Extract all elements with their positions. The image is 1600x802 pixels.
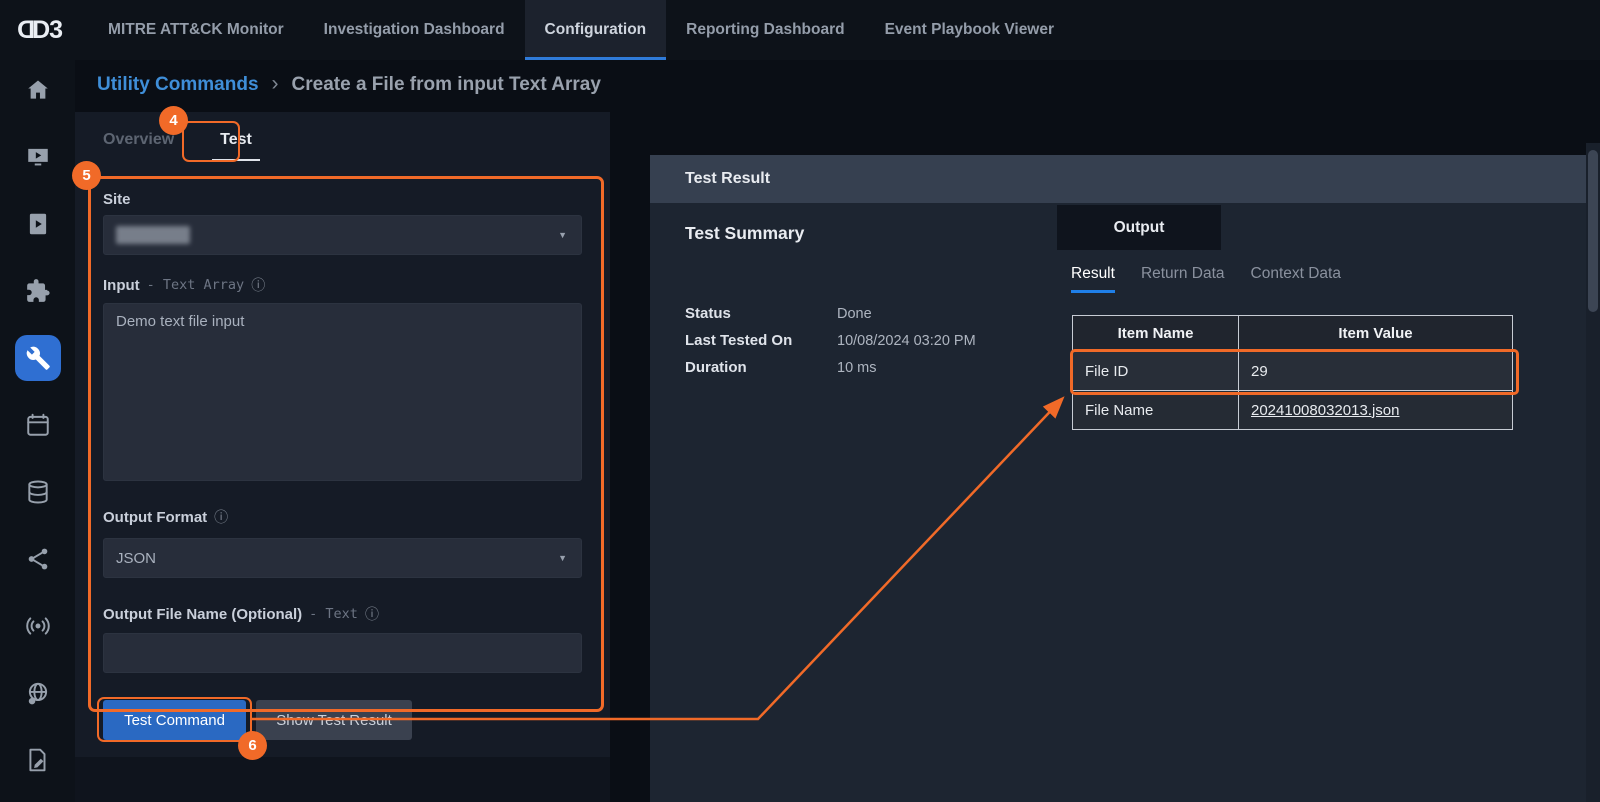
duration-label: Duration: [685, 359, 837, 376]
output-file-name-label: Output File Name (Optional) - Text ⓘ: [103, 605, 582, 623]
sidebar-item-broadcast[interactable]: [15, 603, 61, 649]
tab-output[interactable]: Output: [1057, 205, 1221, 250]
output-file-name-input[interactable]: [103, 633, 582, 673]
test-result-panel: Test Result Test Summary Status Done Las…: [650, 155, 1600, 802]
test-result-header: Test Result: [650, 155, 1600, 203]
globe-user-icon: [25, 680, 51, 706]
test-result-title: Test Result: [685, 170, 770, 188]
tab-test[interactable]: Test: [212, 125, 260, 161]
d3-logo[interactable]: DD3: [18, 16, 62, 45]
last-tested-on-value: 10/08/2024 03:20 PM: [837, 333, 976, 349]
nav-reporting-dashboard[interactable]: Reporting Dashboard: [666, 0, 864, 60]
output-format-value: JSON: [116, 550, 156, 567]
test-summary-title: Test Summary: [685, 223, 804, 244]
file-name-name-cell: File Name: [1073, 391, 1239, 430]
test-summary-rows: Status Done Last Tested On 10/08/2024 03…: [685, 305, 976, 376]
icon-sidebar: [0, 60, 75, 802]
output-format-label: Output Format ⓘ: [103, 508, 582, 526]
sidebar-item-calendar[interactable]: [15, 402, 61, 448]
subtab-return-data[interactable]: Return Data: [1141, 265, 1225, 293]
share-nodes-icon: [25, 546, 51, 572]
form-actions: Test Command Show Test Result: [103, 700, 582, 740]
puzzle-icon: [25, 278, 51, 304]
app-window: DD3 MITRE ATT&CK Monitor Investigation D…: [0, 0, 1600, 802]
output-file-name-type-hint: - Text: [309, 606, 358, 622]
col-item-name: Item Name: [1073, 316, 1239, 352]
table-row-file-id: File ID 29: [1073, 352, 1513, 391]
nav-event-playbook-viewer[interactable]: Event Playbook Viewer: [865, 0, 1074, 60]
breadcrumb: Utility Commands › Create a File from in…: [75, 60, 601, 110]
test-form: Site ▼ Input - Text Array ⓘ Demo text fi…: [103, 190, 582, 740]
top-nav-items: MITRE ATT&CK Monitor Investigation Dashb…: [88, 0, 1074, 60]
result-table: Item Name Item Value File ID 29 File Nam…: [1072, 315, 1513, 430]
info-icon[interactable]: ⓘ: [365, 604, 379, 624]
result-table-header-row: Item Name Item Value: [1073, 316, 1513, 352]
site-label: Site: [103, 190, 582, 208]
output-sub-tabs: Result Return Data Context Data: [1071, 265, 1341, 293]
last-tested-on-label: Last Tested On: [685, 332, 837, 349]
sidebar-item-edit-document[interactable]: [15, 737, 61, 783]
col-item-value: Item Value: [1239, 316, 1513, 352]
input-textarea[interactable]: Demo text file input: [103, 303, 582, 481]
vertical-scrollbar-thumb[interactable]: [1588, 150, 1598, 312]
sidebar-item-globe-user[interactable]: [15, 670, 61, 716]
info-icon[interactable]: ⓘ: [251, 275, 265, 295]
output-format-dropdown[interactable]: JSON ▼: [103, 538, 582, 578]
subtab-result[interactable]: Result: [1071, 265, 1115, 293]
site-value-redacted: [116, 226, 190, 244]
subtab-context-data[interactable]: Context Data: [1251, 265, 1341, 293]
breadcrumb-utility-commands[interactable]: Utility Commands: [97, 74, 259, 96]
chevron-down-icon: ▼: [558, 230, 567, 240]
calendar-icon: [25, 412, 51, 438]
nav-mitre-attack-monitor[interactable]: MITRE ATT&CK Monitor: [88, 0, 304, 60]
video-file-icon: [25, 211, 51, 237]
breadcrumb-chevron-icon: ›: [272, 72, 279, 96]
input-label: Input - Text Array ⓘ: [103, 276, 582, 294]
broadcast-icon: [25, 613, 51, 639]
nav-configuration[interactable]: Configuration: [525, 0, 667, 60]
show-test-result-button[interactable]: Show Test Result: [256, 700, 412, 740]
file-id-name-cell: File ID: [1073, 352, 1239, 391]
vertical-scrollbar-track[interactable]: [1586, 143, 1600, 802]
sidebar-item-utility-commands[interactable]: [15, 335, 61, 381]
site-label-text: Site: [103, 191, 131, 208]
input-type-hint: - Text Array: [147, 277, 245, 293]
input-label-text: Input: [103, 277, 140, 294]
database-icon: [25, 479, 51, 505]
duration-value: 10 ms: [837, 360, 976, 376]
sidebar-item-database[interactable]: [15, 469, 61, 515]
sidebar-item-home[interactable]: [15, 67, 61, 113]
table-row-file-name: File Name 20241008032013.json: [1073, 391, 1513, 430]
site-dropdown[interactable]: ▼: [103, 215, 582, 255]
form-footer-strip: [75, 757, 610, 802]
d3-logo-flipped-d: D: [18, 16, 35, 45]
page-title: Create a File from input Text Array: [292, 74, 601, 96]
status-value: Done: [837, 306, 976, 322]
d3-logo-text: D3: [32, 16, 62, 44]
file-id-value-cell: 29: [1239, 352, 1513, 391]
sidebar-item-integrations[interactable]: [15, 268, 61, 314]
command-tabs: Overview Test: [95, 125, 260, 165]
sidebar-item-share[interactable]: [15, 536, 61, 582]
monitor-play-icon: [25, 144, 51, 170]
home-icon: [25, 77, 51, 103]
chevron-down-icon: ▼: [558, 553, 567, 563]
tab-overview[interactable]: Overview: [95, 125, 182, 159]
output-format-label-text: Output Format: [103, 509, 207, 526]
sidebar-item-monitor[interactable]: [15, 134, 61, 180]
info-icon[interactable]: ⓘ: [214, 507, 228, 527]
status-label: Status: [685, 305, 837, 322]
nav-investigation-dashboard[interactable]: Investigation Dashboard: [304, 0, 525, 60]
command-config-panel: Overview Test Site ▼ Input - Text Array …: [75, 112, 610, 802]
sidebar-item-video-file[interactable]: [15, 201, 61, 247]
file-name-value-cell: 20241008032013.json: [1239, 391, 1513, 430]
edit-document-icon: [25, 747, 51, 773]
test-command-button[interactable]: Test Command: [103, 700, 246, 740]
file-download-link[interactable]: 20241008032013.json: [1251, 402, 1399, 419]
output-file-name-label-text: Output File Name (Optional): [103, 606, 302, 623]
tools-icon: [25, 345, 51, 371]
top-nav: DD3 MITRE ATT&CK Monitor Investigation D…: [0, 0, 1600, 60]
